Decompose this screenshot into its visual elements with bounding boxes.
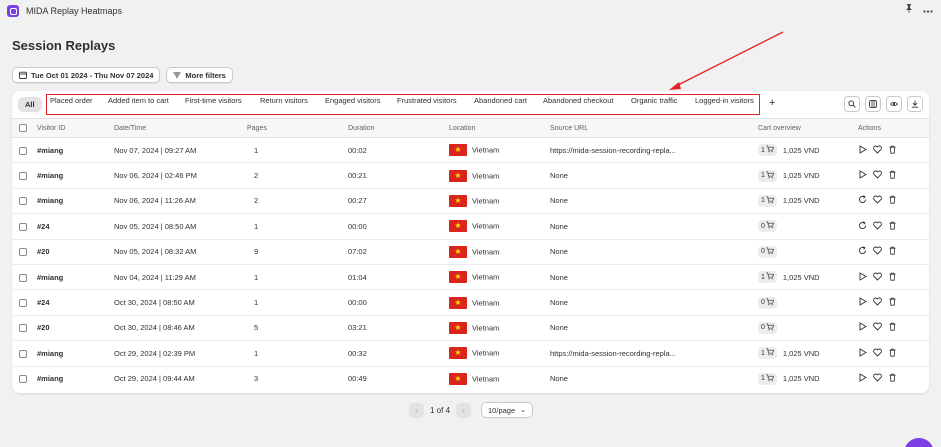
- chevron-left-icon: ‹: [415, 405, 418, 415]
- chevron-down-icon: ⌄: [520, 407, 527, 414]
- pagination: ‹ 1 of 4 › 10/page ⌄: [409, 402, 534, 418]
- chevron-right-icon: ›: [462, 405, 465, 415]
- per-page-select[interactable]: 10/page ⌄: [481, 402, 534, 418]
- next-page-button[interactable]: ›: [456, 402, 472, 418]
- page-indicator: 1 of 4: [430, 405, 451, 415]
- per-page-label: 10/page: [488, 405, 516, 415]
- prev-page-button[interactable]: ‹: [409, 402, 424, 418]
- annotation-arrow: [669, 31, 784, 90]
